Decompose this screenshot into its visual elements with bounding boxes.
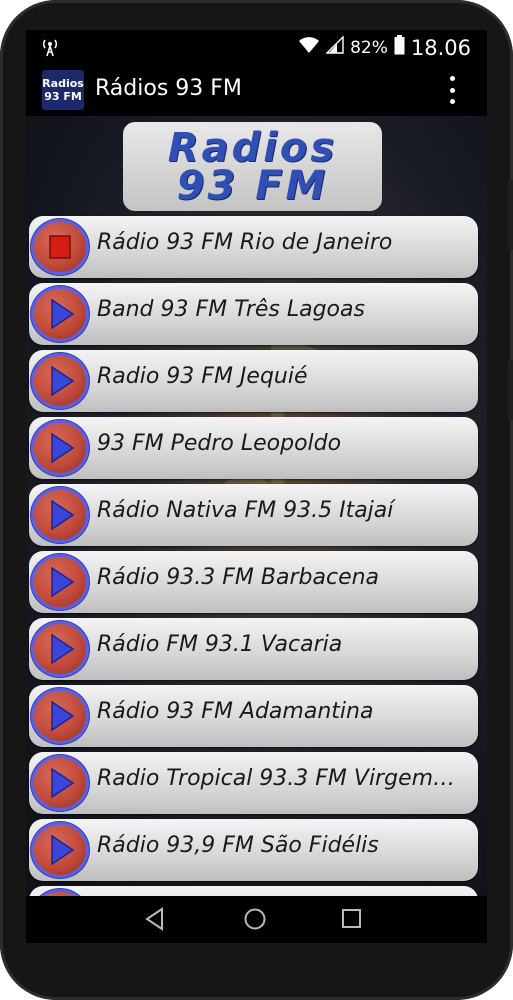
stop-button[interactable] bbox=[34, 222, 86, 272]
play-icon bbox=[51, 499, 75, 531]
play-button[interactable] bbox=[34, 490, 86, 540]
app-icon-line2: 93 FM bbox=[44, 90, 82, 103]
screen: 82% 18.06 Radios 93 FM Rádios 93 FM ♪ bbox=[26, 30, 487, 943]
station-item[interactable]: Rádio Nativa FM 93.5 Itajaí bbox=[29, 484, 478, 546]
station-item[interactable]: Rádio 93 FM Adamantina bbox=[29, 685, 478, 747]
stop-icon bbox=[49, 235, 71, 259]
play-button[interactable] bbox=[34, 758, 86, 808]
station-name: Rádio 93.3 FM Barbacena bbox=[97, 565, 380, 590]
play-icon bbox=[51, 767, 75, 799]
station-item[interactable]: Rádio 93,9 FM São Fidélis bbox=[29, 819, 478, 881]
logo-line2: 93 FM bbox=[176, 162, 329, 209]
station-name: Rádio 93,9 FM São Fidélis bbox=[97, 833, 379, 858]
play-icon bbox=[51, 700, 75, 732]
app-bar: Radios 93 FM Rádios 93 FM bbox=[26, 64, 487, 116]
play-button[interactable] bbox=[34, 289, 86, 339]
app-icon: Radios 93 FM bbox=[42, 70, 84, 110]
radio-tower-icon bbox=[40, 37, 60, 61]
station-name: Radio Tropical 93.3 FM Virgem… bbox=[97, 766, 456, 791]
play-button[interactable] bbox=[34, 557, 86, 607]
logo-line1: Radios bbox=[167, 124, 338, 171]
clock: 18.06 bbox=[410, 35, 471, 60]
play-icon bbox=[51, 432, 75, 464]
station-name: Rádio 93 FM Rio de Janeiro bbox=[97, 230, 393, 255]
play-icon bbox=[51, 365, 75, 397]
battery-icon bbox=[394, 35, 405, 60]
station-item[interactable]: Rádio 93.3 FM Barbacena bbox=[29, 551, 478, 613]
recents-icon[interactable] bbox=[339, 906, 365, 932]
play-icon bbox=[51, 633, 75, 665]
station-item[interactable]: Band 93 FM Três Lagoas bbox=[29, 283, 478, 345]
station-item[interactable] bbox=[29, 886, 478, 896]
station-item[interactable]: Radio Tropical 93.3 FM Virgem… bbox=[29, 752, 478, 814]
station-content: ♪ Radios 93 FM Rádio 93 FM Rio de Janeir… bbox=[26, 116, 487, 896]
power-button bbox=[508, 360, 513, 420]
status-bar: 82% 18.06 bbox=[26, 30, 487, 64]
station-item[interactable]: Radio 93 FM Jequié bbox=[29, 350, 478, 412]
battery-percent: 82% bbox=[350, 37, 388, 58]
play-icon bbox=[51, 834, 75, 866]
app-icon-line1: Radios bbox=[42, 77, 84, 90]
play-button[interactable] bbox=[34, 825, 86, 875]
volume-button bbox=[508, 180, 513, 250]
station-item[interactable]: 93 FM Pedro Leopoldo bbox=[29, 417, 478, 479]
wifi-icon bbox=[298, 36, 320, 59]
play-button[interactable] bbox=[34, 356, 86, 406]
station-name: Radio 93 FM Jequié bbox=[97, 364, 308, 389]
station-name: Rádio FM 93.1 Vacaria bbox=[97, 632, 343, 657]
back-icon[interactable] bbox=[142, 906, 168, 932]
station-name: Rádio 93 FM Adamantina bbox=[97, 699, 374, 724]
play-button[interactable] bbox=[34, 423, 86, 473]
home-icon[interactable] bbox=[242, 906, 268, 932]
station-name: Band 93 FM Três Lagoas bbox=[97, 297, 365, 322]
signal-icon bbox=[325, 35, 344, 59]
play-icon bbox=[51, 298, 75, 330]
station-name: 93 FM Pedro Leopoldo bbox=[97, 431, 342, 456]
overflow-menu-icon[interactable] bbox=[447, 76, 457, 104]
phone-frame: 82% 18.06 Radios 93 FM Rádios 93 FM ♪ bbox=[0, 0, 513, 1000]
station-item[interactable]: Rádio 93 FM Rio de Janeiro bbox=[29, 216, 478, 278]
station-item[interactable]: Rádio FM 93.1 Vacaria bbox=[29, 618, 478, 680]
play-button[interactable] bbox=[34, 691, 86, 741]
radios-logo: Radios 93 FM bbox=[123, 122, 382, 211]
station-name: Rádio Nativa FM 93.5 Itajaí bbox=[97, 498, 394, 523]
play-button[interactable] bbox=[34, 624, 86, 674]
page-title: Rádios 93 FM bbox=[95, 76, 242, 101]
navigation-bar bbox=[26, 896, 487, 943]
play-icon bbox=[51, 566, 75, 598]
